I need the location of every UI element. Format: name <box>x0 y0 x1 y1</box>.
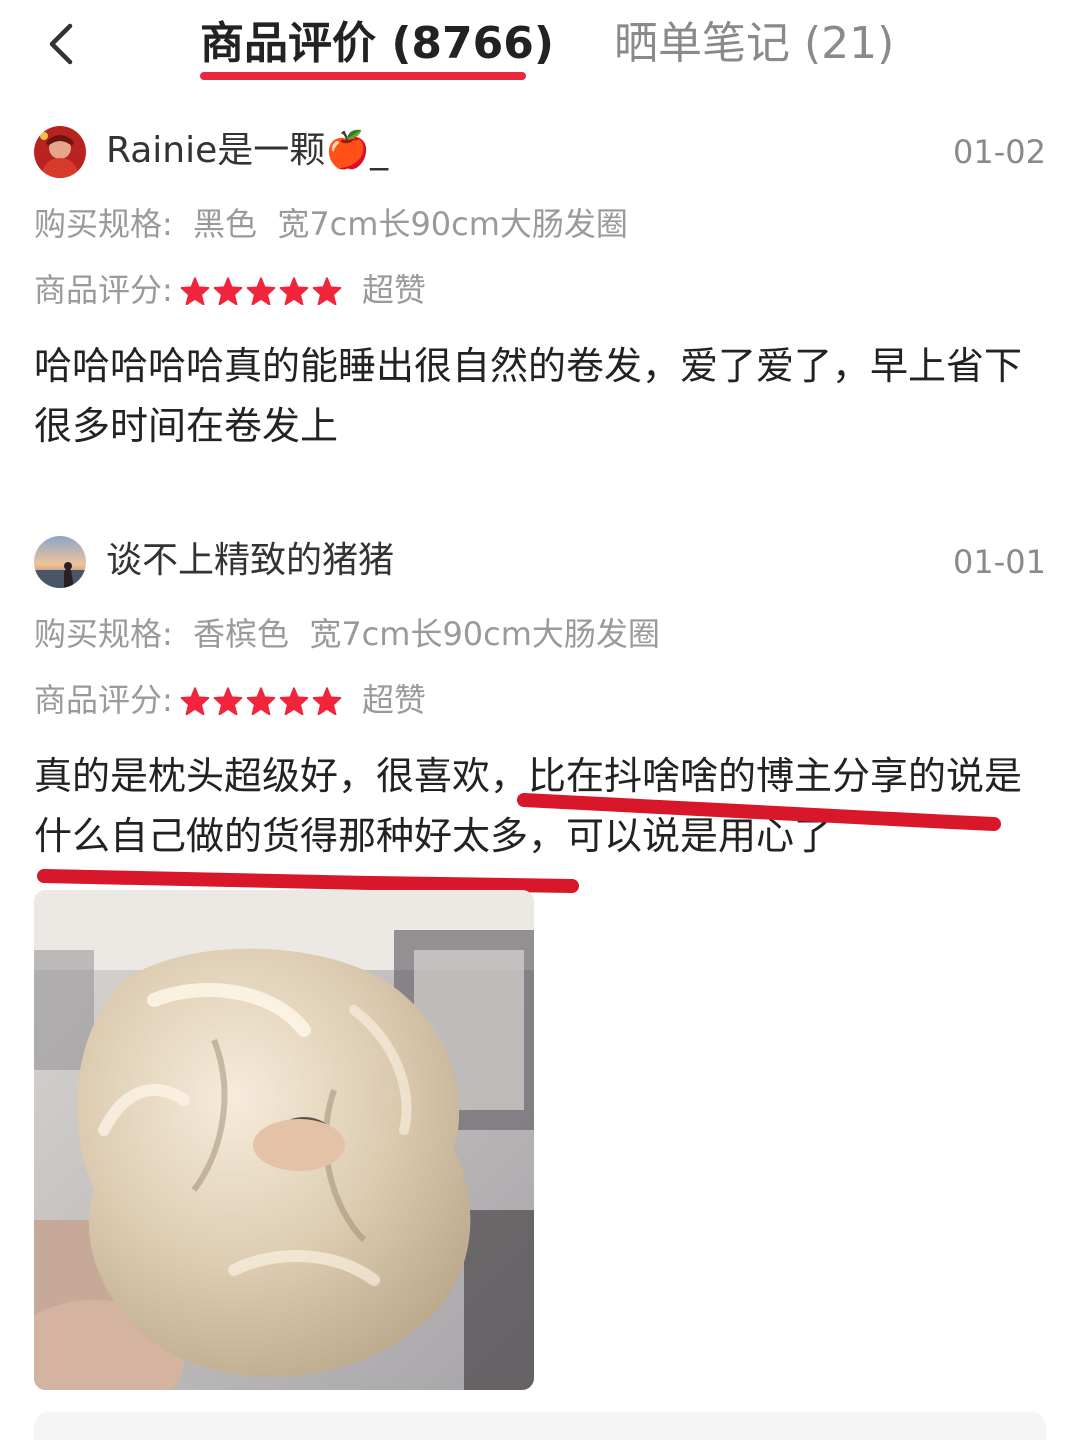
username[interactable]: 谈不上精致的猪猪 <box>106 534 394 588</box>
star-icon <box>213 687 243 715</box>
review-text: 哈哈哈哈哈真的能睡出很自然的卷发，爱了爱了，早上省下很多时间在卷发上 <box>34 344 1023 448</box>
star-icon <box>213 277 243 305</box>
user-avatar-image <box>34 536 86 588</box>
spec-value: 黑色 宽7cm长90cm大肠发圈 <box>192 205 628 243</box>
spec-value: 香槟色 宽7cm长90cm大肠发圈 <box>192 615 660 653</box>
avatar[interactable] <box>34 536 86 588</box>
star-icon <box>180 687 210 715</box>
tab-product-reviews[interactable]: 商品评价 (8766) <box>200 14 554 74</box>
spec-label: 购买规格: <box>34 205 173 243</box>
star-icon <box>312 277 342 305</box>
top-tab-bar: 商品评价 (8766) 晒单笔记 (21) <box>0 0 1080 100</box>
tab-buyer-notes[interactable]: 晒单笔记 (21) <box>614 14 894 74</box>
spec-label: 购买规格: <box>34 615 173 653</box>
user-avatar-image <box>34 126 86 178</box>
back-button[interactable] <box>36 16 92 72</box>
rating-text: 超赞 <box>361 681 426 719</box>
review-date: 01-02 <box>953 133 1046 171</box>
rating-label: 商品评分: <box>34 681 173 719</box>
next-review-card <box>34 1412 1046 1440</box>
star-icon <box>279 687 309 715</box>
star-icon <box>312 687 342 715</box>
chevron-left-icon <box>49 23 73 65</box>
rating-text: 超赞 <box>361 271 426 309</box>
rating-label: 商品评分: <box>34 271 173 309</box>
rating-row: 商品评分: 超赞 <box>34 266 426 314</box>
star-icon <box>279 277 309 305</box>
review-page: 商品评价 (8766) 晒单笔记 (21) Rainie是一颗🍎_ 01-02 … <box>0 0 1080 1440</box>
star-icon <box>180 277 210 305</box>
avatar[interactable] <box>34 126 86 178</box>
username[interactable]: Rainie是一颗🍎_ <box>106 124 388 178</box>
star-icon <box>246 687 276 715</box>
review-photo[interactable] <box>34 890 534 1390</box>
purchase-spec: 购买规格: 黑色 宽7cm长90cm大肠发圈 <box>34 200 628 248</box>
star-rating <box>180 687 345 715</box>
purchase-spec: 购买规格: 香槟色 宽7cm长90cm大肠发圈 <box>34 610 660 658</box>
review-date: 01-01 <box>953 543 1046 581</box>
review-text: 真的是枕头超级好，很喜欢，比在抖啥啥的博主分享的说是什么自己做的货得那种好太多，… <box>34 754 1023 858</box>
active-tab-indicator <box>200 72 526 80</box>
scrunchie-photo <box>34 890 534 1390</box>
rating-row: 商品评分: 超赞 <box>34 676 426 724</box>
star-rating <box>180 277 345 305</box>
star-icon <box>246 277 276 305</box>
